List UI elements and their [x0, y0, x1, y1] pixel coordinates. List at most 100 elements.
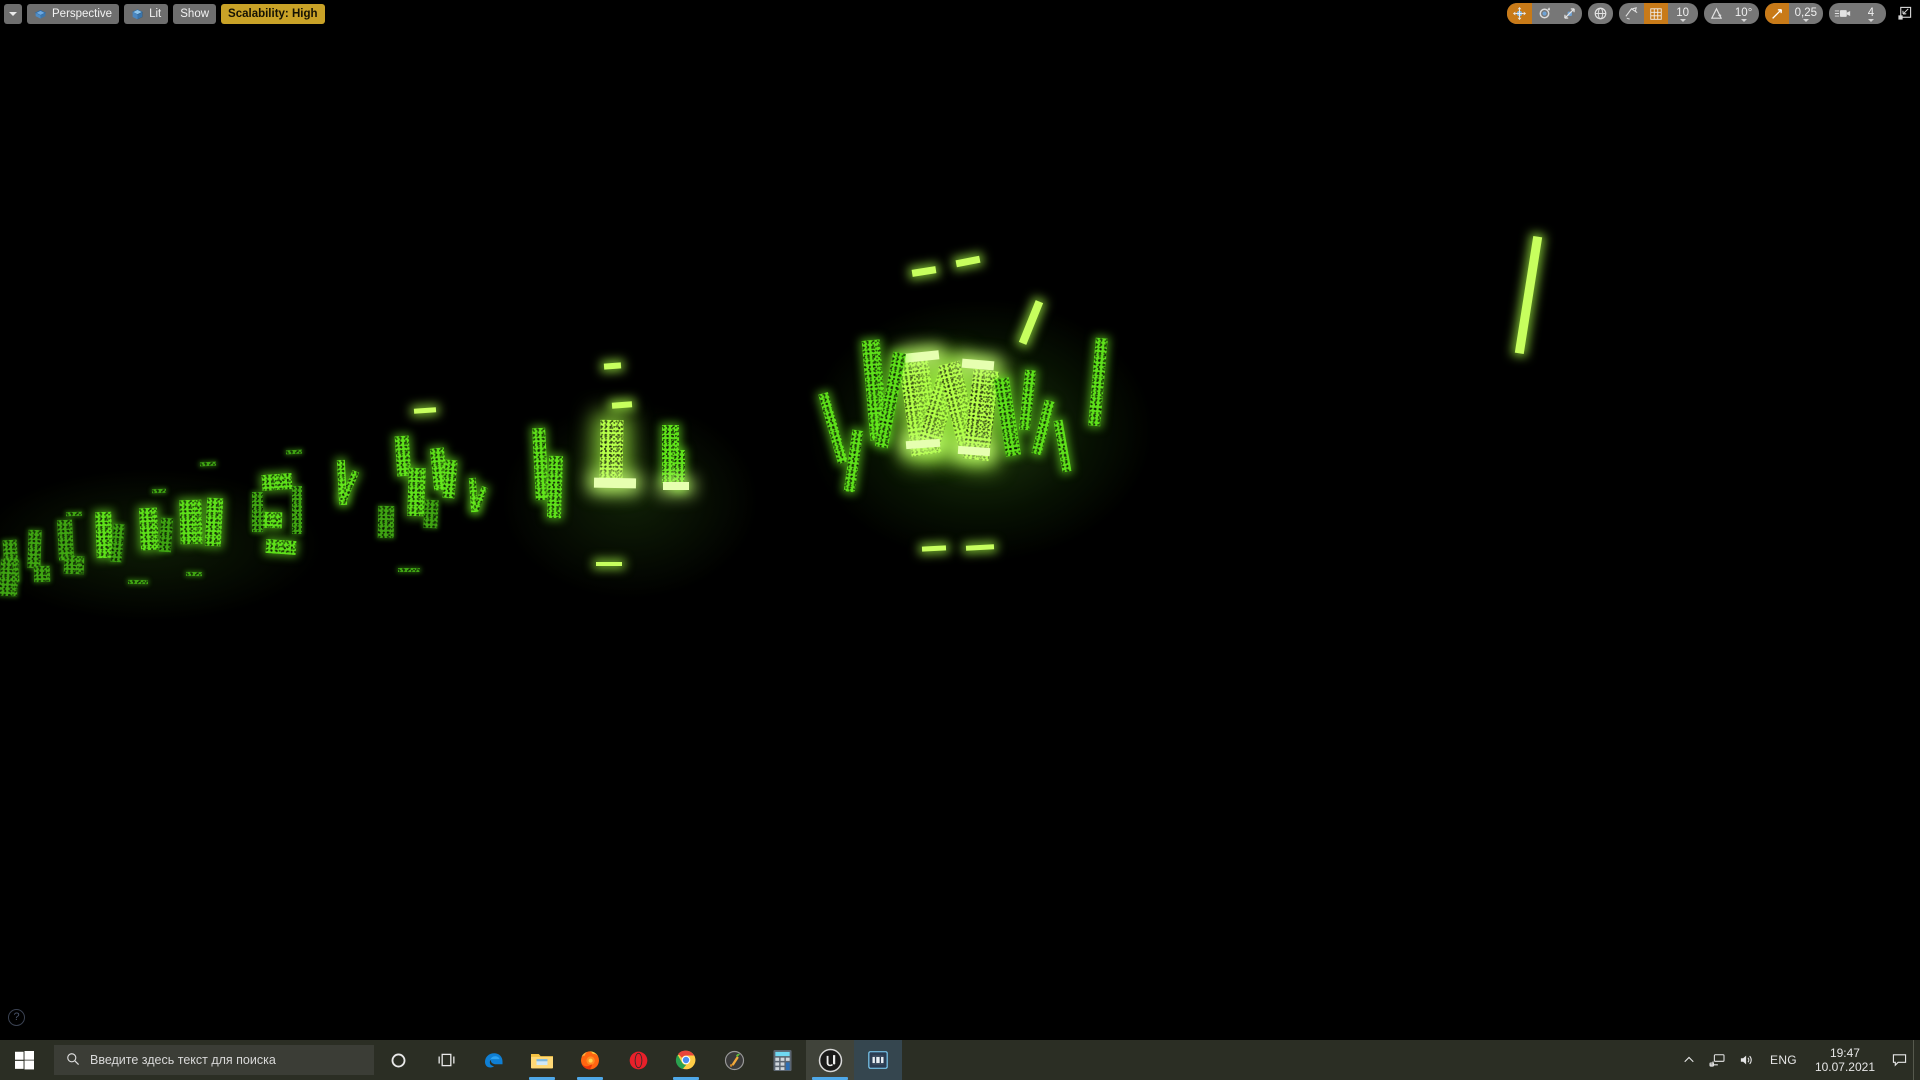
scalability-button[interactable]: Scalability: High [221, 4, 325, 24]
surface-snap-icon[interactable] [1619, 3, 1644, 24]
camera-speed-group: 4 [1829, 3, 1886, 24]
mid-tick-g [413, 407, 437, 414]
show-desktop-button[interactable] [1913, 1040, 1920, 1080]
grid-snap-value-label: 10 [1676, 6, 1689, 19]
scale-snap-value[interactable]: 0,25 [1789, 3, 1823, 24]
language-label: ENG [1770, 1053, 1797, 1067]
chrome-icon[interactable] [662, 1040, 710, 1080]
left-block-8 [27, 529, 42, 569]
mid-block-e [377, 505, 395, 539]
mid-letter-tse-stem [532, 427, 549, 501]
unreal-viewport[interactable]: Perspective Lit Show Scalability: High 1… [0, 0, 1920, 1040]
viewport-toolbar-right: 10 10° 0,25 4 [1506, 3, 1916, 24]
task-view-icon[interactable] [422, 1040, 470, 1080]
clock-date: 10.07.2021 [1814, 1060, 1875, 1074]
lighting-mode-label: Lit [149, 8, 162, 20]
mid-tick-h [285, 449, 303, 455]
mid-letter-tse-bowl [546, 455, 564, 519]
chevron-down-icon [1740, 19, 1747, 22]
scale-snap-group: 0,25 [1764, 3, 1823, 24]
left-block-2 [204, 497, 224, 547]
media-player-icon[interactable] [854, 1040, 902, 1080]
mid-block-d [442, 459, 458, 499]
grid-snap-group: 10 [1618, 3, 1698, 24]
center-letter-i-4 [1053, 419, 1072, 473]
chevron-down-icon [1679, 19, 1686, 22]
center-bracket-left [818, 392, 848, 464]
grid-snap-value[interactable]: 10 [1668, 3, 1698, 24]
scene-geometry [0, 0, 1920, 1040]
lighting-mode-button[interactable]: Lit [124, 4, 169, 24]
mid-letter-l2-foot [663, 482, 689, 490]
search-icon [66, 1052, 80, 1069]
mid-block-b [407, 467, 426, 517]
language-indicator[interactable]: ENG [1762, 1040, 1805, 1080]
left-block-7 [56, 519, 75, 561]
left-tick-2 [127, 579, 149, 585]
mid-tick-dn-2 [398, 568, 420, 572]
search-placeholder: Введите здесь текст для поиска [90, 1053, 276, 1067]
left-block-11 [63, 555, 85, 575]
mid-tick-j [151, 488, 167, 494]
angle-snap-icon[interactable] [1704, 3, 1729, 24]
scale-snap-icon[interactable] [1764, 3, 1789, 24]
view-mode-button[interactable]: Perspective [27, 4, 120, 24]
system-tray: ENG 19:47 10.07.2021 [1676, 1040, 1920, 1080]
center-tick-bottom-2 [965, 544, 995, 551]
coordinate-system-group [1587, 3, 1613, 24]
chevron-up-icon[interactable] [1676, 1040, 1702, 1080]
mid-block-f [423, 499, 439, 529]
file-explorer-icon[interactable] [518, 1040, 566, 1080]
unreal-engine-icon[interactable] [806, 1040, 854, 1080]
lit-cube-icon [131, 8, 144, 21]
scale-snap-value-label: 0,25 [1794, 6, 1817, 19]
center-letter-i-2 [1018, 369, 1037, 431]
chevron-down-icon [1802, 19, 1809, 22]
rotate-gizmo-icon[interactable] [1532, 3, 1557, 24]
grid-snap-icon[interactable] [1643, 3, 1668, 24]
left-tick-3 [185, 571, 203, 577]
center-tick-top-1 [911, 266, 937, 277]
mid-letter-l-foot [593, 477, 637, 489]
notification-icon[interactable] [1885, 1040, 1913, 1080]
maximize-viewport-icon[interactable] [1892, 3, 1916, 24]
show-menu-button[interactable]: Show [173, 4, 217, 24]
center-tick-bottom-1 [921, 545, 947, 552]
left-block-4 [158, 517, 174, 553]
left-letter-s-5 [292, 486, 302, 534]
angle-snap-value[interactable]: 10° [1729, 3, 1759, 24]
clock[interactable]: 19:47 10.07.2021 [1805, 1040, 1885, 1080]
left-block-12 [33, 565, 51, 583]
left-block-10 [0, 559, 19, 597]
mid-tick-i [199, 461, 217, 467]
show-menu-label: Show [180, 8, 210, 20]
world-globe-icon[interactable] [1588, 3, 1613, 24]
calculator-icon[interactable] [758, 1040, 806, 1080]
camera-speed-value-label: 4 [1867, 6, 1875, 19]
windows-start-icon[interactable] [0, 1040, 48, 1080]
cortana-circle-icon[interactable] [374, 1040, 422, 1080]
search-input[interactable]: Введите здесь текст для поиска [54, 1045, 374, 1075]
center-letter-i-1 [993, 377, 1022, 457]
left-block-6 [110, 523, 125, 563]
left-block-3 [138, 507, 160, 551]
fl-studio-icon[interactable] [710, 1040, 758, 1080]
angle-snap-group: 10° [1703, 3, 1759, 24]
camera-speed-icon[interactable] [1829, 3, 1856, 24]
viewport-options-button[interactable] [4, 4, 22, 24]
chevron-down-icon [9, 12, 17, 16]
center-letter-m-cap-2 [961, 358, 995, 371]
opera-icon[interactable] [614, 1040, 662, 1080]
network-icon[interactable] [1702, 1040, 1732, 1080]
center-letter-m-cap-1 [904, 350, 940, 363]
edge-icon[interactable] [470, 1040, 518, 1080]
help-question-icon[interactable]: ? [8, 1009, 25, 1026]
left-letter-s-4 [252, 492, 263, 532]
camera-speed-value[interactable]: 4 [1856, 3, 1886, 24]
viewport-toolbar-left: Perspective Lit Show Scalability: High [4, 4, 325, 24]
volume-icon[interactable] [1732, 1040, 1762, 1080]
scale-gizmo-icon[interactable] [1557, 3, 1582, 24]
firefox-icon[interactable] [566, 1040, 614, 1080]
translate-gizmo-icon[interactable] [1506, 3, 1532, 24]
view-mode-label: Perspective [52, 8, 113, 20]
